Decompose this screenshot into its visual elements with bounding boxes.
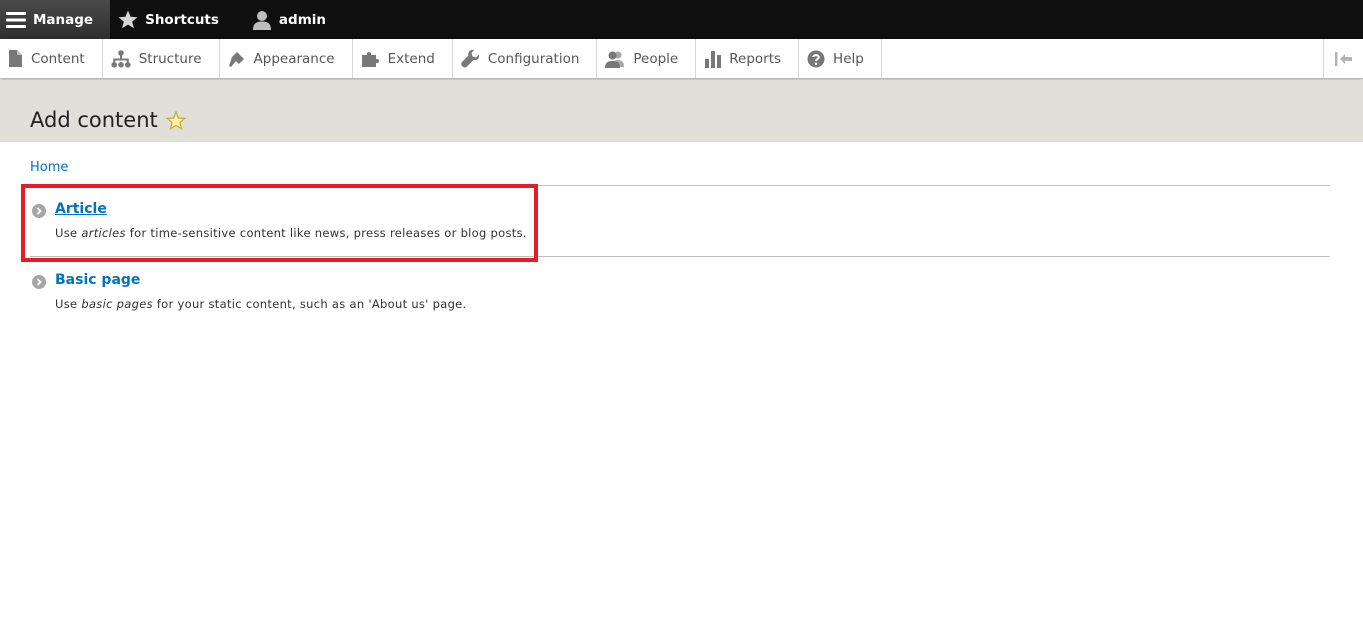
desc-emphasis: basic pages <box>81 297 153 311</box>
paintbrush-icon <box>228 51 244 67</box>
tray-item-structure[interactable]: Structure <box>103 39 220 78</box>
manage-tray: Content Structure Appearance Extend Conf… <box>0 39 1363 79</box>
desc-suffix: for time-sensitive content like news, pr… <box>125 226 527 240</box>
desc-suffix: for your static content, such as an 'Abo… <box>152 297 467 311</box>
people-icon <box>605 51 625 68</box>
basic-page-link[interactable]: Basic page <box>55 272 140 288</box>
tray-item-reports[interactable]: Reports <box>696 39 800 78</box>
wrench-icon <box>461 49 480 68</box>
tray-item-label: Reports <box>729 50 782 67</box>
tray-item-label: Content <box>31 50 85 67</box>
list-item-basic-page: Basic page Use basic pages for your stat… <box>30 257 1330 328</box>
page-title-text: Add content <box>30 108 158 132</box>
file-icon <box>9 50 22 67</box>
tray-item-label: Appearance <box>253 50 335 67</box>
tray-item-label: Extend <box>387 50 435 67</box>
desc-prefix: Use <box>55 297 82 311</box>
tray-item-help[interactable]: Help <box>799 39 882 78</box>
tray-item-extend[interactable]: Extend <box>353 39 453 78</box>
shortcuts-tab[interactable]: Shortcuts <box>110 0 246 39</box>
manage-tab[interactable]: Manage <box>0 0 111 39</box>
collapse-left-icon <box>1334 51 1352 66</box>
tray-item-content[interactable]: Content <box>0 39 103 78</box>
question-icon <box>807 50 825 67</box>
tray-item-label: People <box>633 50 679 67</box>
shortcut-star-icon[interactable] <box>165 110 186 130</box>
shortcuts-label: Shortcuts <box>145 11 219 28</box>
admin-toolbar: Manage Shortcuts admin <box>0 0 1363 39</box>
desc-prefix: Use <box>55 226 82 240</box>
article-description: Use articles for time-sensitive content … <box>55 226 527 240</box>
manage-label: Manage <box>33 11 94 28</box>
chevron-right-icon <box>32 275 46 289</box>
tray-item-appearance[interactable]: Appearance <box>220 39 353 78</box>
tray-item-label: Help <box>833 50 864 67</box>
desc-emphasis: articles <box>81 226 126 240</box>
breadcrumb: Home <box>30 160 68 175</box>
tray-item-label: Structure <box>138 50 202 67</box>
user-icon <box>252 10 271 30</box>
bar-chart-icon <box>705 50 722 68</box>
tray-item-label: Configuration <box>487 50 580 67</box>
user-tab[interactable]: admin <box>246 0 343 39</box>
tray-orientation-toggle[interactable] <box>1323 39 1363 78</box>
breadcrumb-home-link[interactable]: Home <box>30 160 68 175</box>
chevron-right-icon <box>32 204 46 218</box>
hamburger-icon <box>6 11 26 28</box>
user-label: admin <box>278 11 327 28</box>
page-title: Add content <box>30 108 186 132</box>
page-header: Add content <box>0 80 1363 142</box>
list-item-article: Article Use articles for time-sensitive … <box>30 186 1330 257</box>
star-icon <box>118 10 138 29</box>
basic-page-description: Use basic pages for your static content,… <box>55 297 467 311</box>
tray-item-configuration[interactable]: Configuration <box>453 39 598 78</box>
sitemap-icon <box>111 49 131 68</box>
content-type-list: Article Use articles for time-sensitive … <box>30 185 1330 328</box>
puzzle-icon <box>361 51 379 67</box>
tray-item-people[interactable]: People <box>597 39 697 78</box>
article-link[interactable]: Article <box>55 201 107 217</box>
